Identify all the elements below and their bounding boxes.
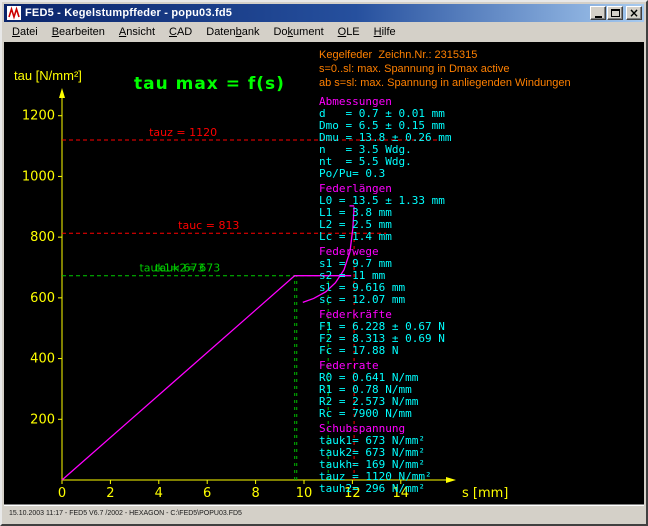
x-axis-label: s [mm] <box>462 486 508 501</box>
maximize-icon <box>611 9 620 17</box>
ref-line-label-tauk: tauk2= 673 <box>155 262 220 275</box>
panel-value-line: Po/Pu= 0.3 <box>319 168 451 180</box>
menubar: DateiBearbeitenAnsichtCADDatenbankDokume… <box>4 22 644 42</box>
x-tick-label: 10 <box>296 486 313 501</box>
panel-value-line: sc = 12.07 mm <box>319 294 451 306</box>
ref-line-label-tauz: tauz = 1120 <box>149 126 217 139</box>
status-text: 15.10.2003 11:17 - FED5 V6.7 /2002 - HEX… <box>4 510 242 517</box>
minimize-icon <box>595 16 602 18</box>
window-title: FED5 - Kegelstumpffeder - popu03.fd5 <box>25 7 589 19</box>
y-axis-label: tau [N/mm²] <box>14 68 82 83</box>
x-tick-label: 2 <box>106 486 114 501</box>
app-window: FED5 - Kegelstumpffeder - popu03.fd5 × D… <box>0 0 648 526</box>
drawing-header-line: ab s=sl: max. Spannung in anliegenden Wi… <box>319 76 571 90</box>
drawing-header: Kegelfeder Zeichn.Nr.: 2315315s=0..sl: m… <box>319 48 571 90</box>
x-tick-label: 4 <box>155 486 163 501</box>
menu-item-ole[interactable]: OLE <box>331 23 367 41</box>
y-tick-label: 800 <box>30 230 55 245</box>
chart-title: tau max = f(s) <box>134 74 285 94</box>
drawing-header-line: Kegelfeder Zeichn.Nr.: 2315315 <box>319 48 571 62</box>
menu-item-bearbeiten[interactable]: Bearbeiten <box>45 23 112 41</box>
y-tick-label: 400 <box>30 352 55 367</box>
panel-value-line: Lc = 1.4 mm <box>319 231 451 243</box>
chart-area: 0246810121420040060080010001200s [mm]tau… <box>4 42 644 506</box>
x-tick-label: 6 <box>203 486 211 501</box>
x-tick-label: 0 <box>58 486 66 501</box>
menu-item-datei[interactable]: Datei <box>5 23 45 41</box>
menu-item-datenbank[interactable]: Datenbank <box>199 23 266 41</box>
series-tau-max-linear-branch <box>62 276 351 480</box>
results-panel: Abmessungend = 0.7 ± 0.01 mmDmo = 6.5 ± … <box>319 96 451 495</box>
minimize-button[interactable] <box>590 6 606 20</box>
panel-value-line: tauh2= 296 N/mm² <box>319 483 451 495</box>
statusbar: 15.10.2003 11:17 - FED5 V6.7 /2002 - HEX… <box>4 504 644 522</box>
titlebar[interactable]: FED5 - Kegelstumpffeder - popu03.fd5 × <box>4 4 644 22</box>
y-tick-label: 1000 <box>22 169 55 184</box>
y-tick-label: 600 <box>30 291 55 306</box>
menu-item-dokument[interactable]: Dokument <box>266 23 330 41</box>
x-tick-label: 8 <box>251 486 259 501</box>
drawing-header-line: s=0..sl: max. Spannung in Dmax active <box>319 62 571 76</box>
y-axis-arrow-icon <box>59 88 65 98</box>
panel-value-line: Fc = 17.88 N <box>319 345 451 357</box>
menu-item-hilfe[interactable]: Hilfe <box>367 23 403 41</box>
panel-value-line: Rc = 7900 N/mm <box>319 408 451 420</box>
ref-line-label-tauc: tauc = 813 <box>178 219 239 232</box>
y-tick-label: 200 <box>30 412 55 427</box>
close-button[interactable]: × <box>626 6 642 20</box>
maximize-button[interactable] <box>607 6 623 20</box>
menu-item-cad[interactable]: CAD <box>162 23 199 41</box>
close-icon: × <box>629 8 639 18</box>
menu-item-ansicht[interactable]: Ansicht <box>112 23 162 41</box>
app-icon <box>7 6 21 20</box>
y-tick-label: 1200 <box>22 109 55 124</box>
